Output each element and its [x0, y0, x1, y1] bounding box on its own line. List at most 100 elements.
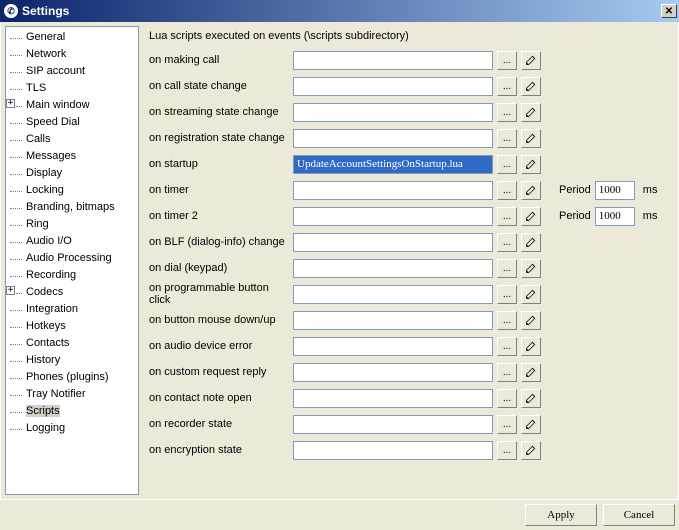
browse-button[interactable]: ...: [497, 51, 517, 70]
script-path-input[interactable]: [293, 155, 493, 174]
dialog-footer: Apply Cancel: [525, 504, 675, 526]
tree-item-label: History: [26, 354, 60, 366]
tree-item-main-window[interactable]: +Main window: [6, 97, 138, 114]
tree-item-tray-notifier[interactable]: Tray Notifier: [6, 386, 138, 403]
script-row: on streaming state change...: [149, 102, 668, 122]
tree-item-ring[interactable]: Ring: [6, 216, 138, 233]
tree-item-integration[interactable]: Integration: [6, 301, 138, 318]
script-row-label: on making call: [149, 54, 289, 66]
tree-item-label: Tray Notifier: [26, 388, 86, 400]
tree-item-messages[interactable]: Messages: [6, 148, 138, 165]
tree-item-label: Phones (plugins): [26, 371, 109, 383]
tree-item-history[interactable]: History: [6, 352, 138, 369]
tree-item-locking[interactable]: Locking: [6, 182, 138, 199]
edit-button[interactable]: [521, 259, 541, 278]
browse-button[interactable]: ...: [497, 77, 517, 96]
tree-item-speed-dial[interactable]: Speed Dial: [6, 114, 138, 131]
script-path-input[interactable]: [293, 389, 493, 408]
browse-button[interactable]: ...: [497, 259, 517, 278]
tree-item-audio-i-o[interactable]: Audio I/O: [6, 233, 138, 250]
tree-item-label: Recording: [26, 269, 76, 281]
tree-item-recording[interactable]: Recording: [6, 267, 138, 284]
tree-item-label: Integration: [26, 303, 78, 315]
edit-button[interactable]: [521, 77, 541, 96]
tree-item-label: Network: [26, 48, 66, 60]
browse-button[interactable]: ...: [497, 389, 517, 408]
category-tree[interactable]: General Network SIP accountTLS+Main window…: [5, 26, 139, 495]
edit-button[interactable]: [521, 285, 541, 304]
tree-item-codecs[interactable]: +Codecs: [6, 284, 138, 301]
browse-button[interactable]: ...: [497, 233, 517, 252]
edit-button[interactable]: [521, 51, 541, 70]
browse-button[interactable]: ...: [497, 103, 517, 122]
apply-button[interactable]: Apply: [525, 504, 597, 526]
edit-button[interactable]: [521, 207, 541, 226]
edit-button[interactable]: [521, 155, 541, 174]
browse-button[interactable]: ...: [497, 363, 517, 382]
browse-button[interactable]: ...: [497, 441, 517, 460]
tree-item-hotkeys[interactable]: Hotkeys: [6, 318, 138, 335]
script-row: on startup...: [149, 154, 668, 174]
browse-button[interactable]: ...: [497, 337, 517, 356]
script-path-input[interactable]: [293, 337, 493, 356]
tree-item-tls[interactable]: TLS: [6, 80, 138, 97]
script-path-input[interactable]: [293, 259, 493, 278]
period-input[interactable]: [595, 207, 635, 226]
window-titlebar: ✆ Settings ✕: [0, 0, 679, 22]
tree-item-scripts[interactable]: Scripts: [6, 403, 138, 420]
edit-button[interactable]: [521, 389, 541, 408]
tree-item-audio-processing[interactable]: Audio Processing: [6, 250, 138, 267]
browse-button[interactable]: ...: [497, 181, 517, 200]
browse-button[interactable]: ...: [497, 129, 517, 148]
tree-item-label: Display: [26, 167, 62, 179]
script-path-input[interactable]: [293, 129, 493, 148]
tree-item-network[interactable]: Network: [6, 46, 138, 63]
script-path-input[interactable]: [293, 415, 493, 434]
unit-label: ms: [643, 184, 658, 196]
scripts-panel: Lua scripts executed on events (\scripts…: [139, 22, 678, 499]
script-path-input[interactable]: [293, 207, 493, 226]
script-path-input[interactable]: [293, 363, 493, 382]
browse-button[interactable]: ...: [497, 415, 517, 434]
tree-item-branding-bitmaps[interactable]: Branding, bitmaps: [6, 199, 138, 216]
period-input[interactable]: [595, 181, 635, 200]
edit-button[interactable]: [521, 233, 541, 252]
edit-button[interactable]: [521, 181, 541, 200]
browse-button[interactable]: ...: [497, 155, 517, 174]
close-button[interactable]: ✕: [661, 4, 677, 18]
browse-button[interactable]: ...: [497, 311, 517, 330]
tree-item-general[interactable]: General: [6, 29, 138, 46]
script-path-input[interactable]: [293, 311, 493, 330]
tree-item-calls[interactable]: Calls: [6, 131, 138, 148]
tree-item-display[interactable]: Display: [6, 165, 138, 182]
edit-button[interactable]: [521, 129, 541, 148]
browse-button[interactable]: ...: [497, 207, 517, 226]
script-row: on BLF (dialog-info) change...: [149, 232, 668, 252]
tree-item-phones-plugins-[interactable]: Phones (plugins): [6, 369, 138, 386]
tree-item-sip-account[interactable]: SIP account: [6, 63, 138, 80]
edit-button[interactable]: [521, 363, 541, 382]
tree-expander-icon[interactable]: +: [6, 286, 15, 295]
edit-button[interactable]: [521, 337, 541, 356]
script-path-input[interactable]: [293, 441, 493, 460]
edit-button[interactable]: [521, 441, 541, 460]
script-path-input[interactable]: [293, 103, 493, 122]
cancel-button[interactable]: Cancel: [603, 504, 675, 526]
edit-button[interactable]: [521, 311, 541, 330]
tree-item-logging[interactable]: Logging: [6, 420, 138, 437]
script-path-input[interactable]: [293, 181, 493, 200]
script-row: on dial (keypad)...: [149, 258, 668, 278]
tree-item-label: Audio I/O: [26, 235, 72, 247]
script-row: on custom request reply...: [149, 362, 668, 382]
script-path-input[interactable]: [293, 285, 493, 304]
script-path-input[interactable]: [293, 51, 493, 70]
period-label: Period: [559, 210, 591, 222]
script-path-input[interactable]: [293, 233, 493, 252]
edit-button[interactable]: [521, 103, 541, 122]
script-path-input[interactable]: [293, 77, 493, 96]
edit-button[interactable]: [521, 415, 541, 434]
browse-button[interactable]: ...: [497, 285, 517, 304]
tree-item-contacts[interactable]: Contacts: [6, 335, 138, 352]
script-row-label: on button mouse down/up: [149, 314, 289, 326]
tree-expander-icon[interactable]: +: [6, 99, 15, 108]
